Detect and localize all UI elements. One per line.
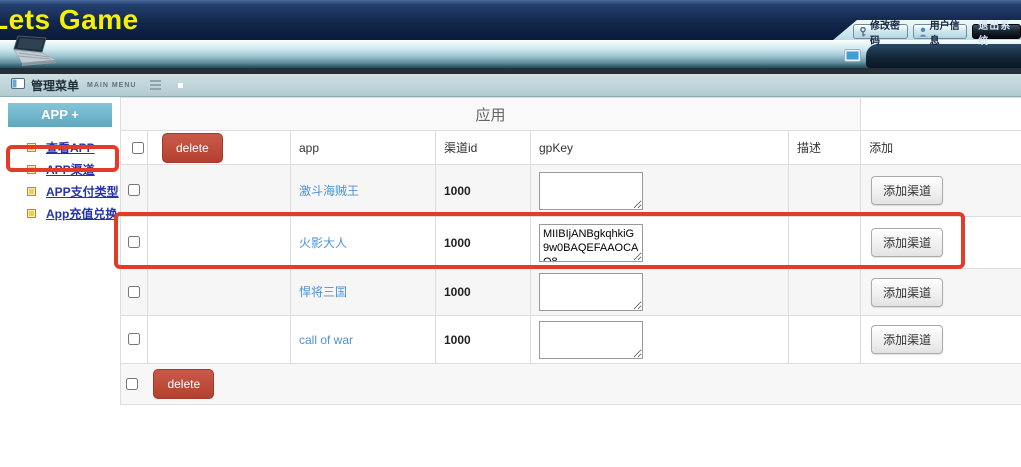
desc-cell [789,269,861,316]
main-menu-bar: 管理菜单 MAIN MENU [0,74,1021,97]
desc-cell [789,217,861,269]
bullet-square-icon [27,165,36,174]
channel-id: 1000 [436,236,471,250]
row-spacer-cell [148,165,291,217]
col-header-desc: 描述 [789,131,861,165]
bullet-square-icon [27,209,36,218]
app-link[interactable]: 悍将三国 [291,285,347,299]
row-checkbox[interactable] [128,236,140,248]
row-spacer-cell [148,217,291,269]
sidebar-item-1[interactable]: APP渠道 [0,158,120,180]
header-buttons: 修改密码 用户信息 退出系统 [853,24,1021,39]
hamburger-icon[interactable] [150,80,161,90]
menu-subtitle: MAIN MENU [87,82,136,89]
table-row: call of war 1000 添加渠道 [121,316,1021,364]
gpkey-textarea[interactable] [539,273,643,311]
sidebar-header-app[interactable]: APP + [8,103,112,127]
channel-id: 1000 [436,285,471,299]
sidebar-item-label[interactable]: App充值兑换 [46,205,117,222]
add-channel-button[interactable]: 添加渠道 [871,228,943,257]
laptop-icon [11,35,59,72]
sidebar-item-3[interactable]: App充值兑换 [0,202,120,224]
menu-title: 管理菜单 [31,77,79,94]
app-link[interactable]: call of war [291,333,353,347]
row-checkbox[interactable] [128,333,140,345]
logout-label: 退出系统 [978,17,1015,47]
table-title: 应用 [121,98,861,131]
row-checkbox[interactable] [128,184,140,196]
col-header-app: app [291,131,436,165]
desc-cell [789,165,861,217]
change-password-button[interactable]: 修改密码 [853,24,908,39]
gpkey-textarea[interactable] [539,172,643,210]
sidebar-item-label[interactable]: 查看APP [46,139,95,156]
row-spacer-cell [148,316,291,364]
row-spacer-cell [148,269,291,316]
window-icon [11,76,25,94]
add-channel-button[interactable]: 添加渠道 [871,278,943,307]
col-header-channel-id: 渠道id [436,131,531,165]
delete-button-top[interactable]: delete [162,133,223,163]
add-channel-button[interactable]: 添加渠道 [871,176,943,205]
table-footer: delete [121,364,1021,405]
monitor-icon[interactable] [844,49,861,68]
user-info-button[interactable]: 用户信息 [913,24,968,39]
app-link[interactable]: 激斗海贼王 [291,184,359,198]
gpkey-textarea[interactable]: MIIBIjANBgkqhkiG9w0BAQEFAAOCAQ8 [539,224,643,262]
col-header-gpkey: gpKey [531,131,789,165]
sidebar-item-0[interactable]: 查看APP [0,136,120,158]
menu-square-marker [178,83,183,88]
add-channel-button[interactable]: 添加渠道 [871,325,943,354]
col-header-add: 添加 [861,131,1021,165]
bullet-square-icon [27,143,36,152]
user-info-label: 用户信息 [930,17,962,47]
sidebar-item-label[interactable]: APP支付类型 [46,183,119,200]
gpkey-textarea[interactable] [539,321,643,359]
select-all-checkbox-bottom[interactable] [126,378,138,390]
table-row: 火影大人 1000 MIIBIjANBgkqhkiG9w0BAQEFAAOCAQ… [121,217,1021,269]
row-checkbox[interactable] [128,286,140,298]
sidebar-item-2[interactable]: APP支付类型 [0,180,120,202]
toolbar-dark-segment [866,44,1021,68]
logout-button[interactable]: 退出系统 [972,24,1021,39]
desc-cell [789,316,861,364]
key-icon [859,27,867,37]
sidebar: APP + 查看APP APP渠道 APP支付类型 App充值兑换 [0,97,120,224]
delete-button-bottom[interactable]: delete [153,369,214,399]
channel-id: 1000 [436,333,471,347]
channel-id: 1000 [436,184,471,198]
app-link[interactable]: 火影大人 [291,236,347,250]
table-row: 激斗海贼王 1000 添加渠道 [121,165,1021,217]
table-title-spacer [861,98,1021,131]
apps-table: 应用 delete app 渠道id gpKey 描述 添加 激斗海贼王 100… [120,97,1021,405]
user-icon [919,27,927,37]
brand-title: Lets Game [0,4,139,36]
sidebar-item-label[interactable]: APP渠道 [46,161,95,178]
select-all-checkbox[interactable] [132,142,144,154]
page: Lets Game 修改密码 [0,0,1021,467]
bullet-square-icon [27,187,36,196]
change-password-label: 修改密码 [870,17,902,47]
table-row: 悍将三国 1000 添加渠道 [121,269,1021,316]
